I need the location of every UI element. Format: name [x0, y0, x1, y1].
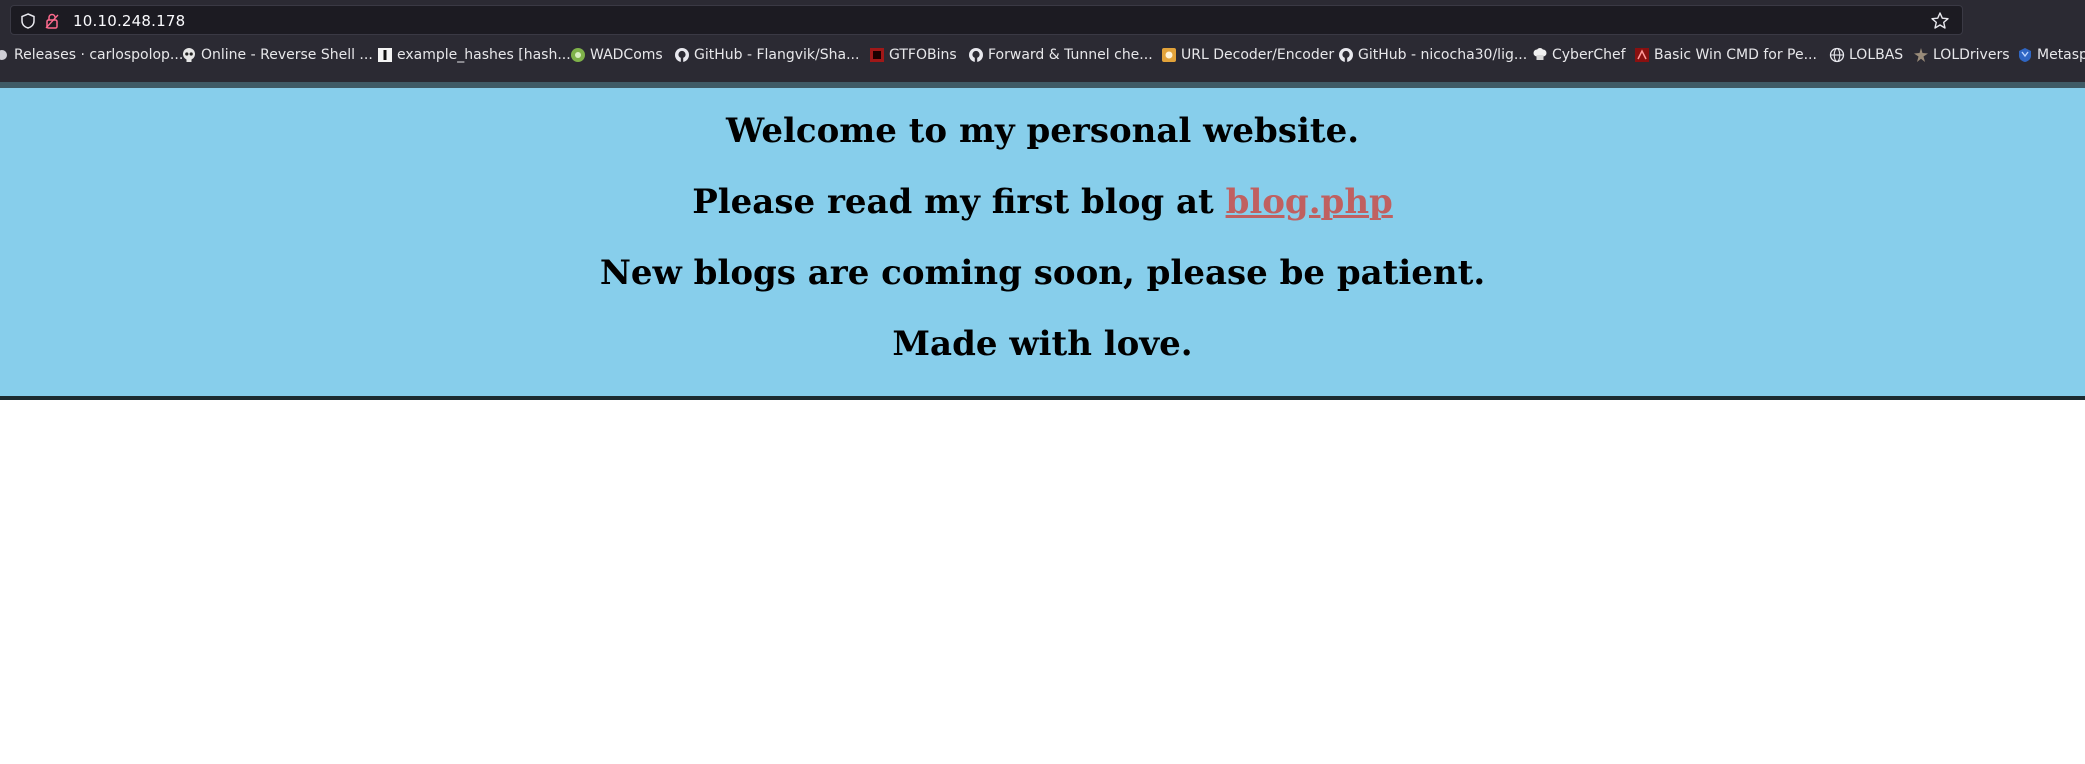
bookmark-label: GTFOBins — [889, 47, 957, 63]
skull-icon — [183, 48, 195, 62]
bookmark-item[interactable]: GitHub - Flangvik/Sha... — [674, 43, 859, 67]
hero-banner: Welcome to my personal website. Please r… — [0, 88, 2085, 398]
bookmark-item[interactable]: GitHub - nicocha30/lig... — [1338, 43, 1527, 67]
browser-chrome: 10.10.248.178 Releases · carlospolop... … — [0, 0, 2085, 82]
made-with-love-heading: Made with love. — [892, 324, 1193, 364]
bookmark-item[interactable]: LOLDrivers — [1913, 43, 2010, 67]
dot-icon — [0, 50, 7, 60]
hero-bottom-border — [0, 396, 2085, 400]
insecure-lock-icon[interactable] — [43, 12, 61, 30]
bookmark-label: Online - Reverse Shell ... — [201, 47, 373, 63]
bookmark-label: example_hashes [hash... — [397, 47, 571, 63]
bookmark-item[interactable]: Metasp — [2017, 43, 2085, 67]
bookmark-item[interactable]: GTFOBins — [869, 43, 957, 67]
bookmark-label: Metasp — [2037, 47, 2085, 63]
bookmark-label: WADComs — [590, 47, 663, 63]
blog-heading-text: Please read my first blog at — [692, 182, 1226, 222]
github-icon — [675, 48, 689, 62]
bookmark-label: Forward & Tunnel che... — [988, 47, 1153, 63]
bookmark-item[interactable]: URL Decoder/Encoder — [1161, 43, 1334, 67]
bookmark-label: Releases · carlospolop... — [14, 47, 184, 63]
bookmark-label: GitHub - nicocha30/lig... — [1358, 47, 1528, 63]
welcome-heading: Welcome to my personal website. — [725, 111, 1360, 151]
bookmark-item[interactable]: example_hashes [hash... — [377, 43, 571, 67]
blog-heading: Please read my first blog at blog.php — [0, 182, 2085, 222]
coming-soon-heading: New blogs are coming soon, please be pat… — [599, 253, 1486, 293]
bookmark-item[interactable]: Online - Reverse Shell ... — [181, 43, 373, 67]
github-icon — [969, 48, 983, 62]
bookmark-item[interactable]: Releases · carlospolop... — [0, 43, 183, 67]
bookmark-star-icon[interactable] — [1930, 11, 1950, 31]
gtfobins-icon — [870, 48, 884, 62]
github-icon — [1339, 48, 1353, 62]
bookmark-label: Basic Win CMD for Pe... — [1654, 47, 1817, 63]
shield-icon[interactable] — [19, 12, 37, 30]
hashcat-icon — [378, 48, 392, 62]
url-text[interactable]: 10.10.248.178 — [73, 12, 185, 30]
wadcoms-icon — [571, 48, 585, 62]
bookmark-label: URL Decoder/Encoder — [1181, 47, 1335, 63]
bookmark-item[interactable]: Basic Win CMD for Pe... — [1634, 43, 1817, 67]
globe-icon — [1829, 47, 1845, 63]
blog-link[interactable]: blog.php — [1226, 182, 1393, 222]
bookmark-label: LOLBAS — [1849, 47, 1904, 63]
bookmark-label: LOLDrivers — [1933, 47, 2010, 63]
bookmark-item[interactable]: Forward & Tunnel che... — [968, 43, 1153, 67]
bookmark-label: CyberChef — [1552, 47, 1626, 63]
bookmark-item[interactable]: LOLBAS — [1829, 43, 1903, 67]
address-bar[interactable]: 10.10.248.178 — [10, 5, 1963, 35]
url-decoder-icon — [1162, 48, 1176, 62]
bookmark-item[interactable]: WADComs — [570, 43, 663, 67]
metasploit-icon — [2019, 48, 2031, 62]
red-square-icon — [1635, 48, 1649, 62]
loldrivers-icon — [1914, 48, 1928, 62]
bookmark-item[interactable]: CyberChef — [1532, 43, 1626, 67]
bookmark-label: GitHub - Flangvik/Sha... — [694, 47, 860, 63]
chef-hat-icon — [1533, 48, 1547, 60]
bookmarks-toolbar: Releases · carlospolop... Online - Rever… — [0, 43, 2085, 67]
